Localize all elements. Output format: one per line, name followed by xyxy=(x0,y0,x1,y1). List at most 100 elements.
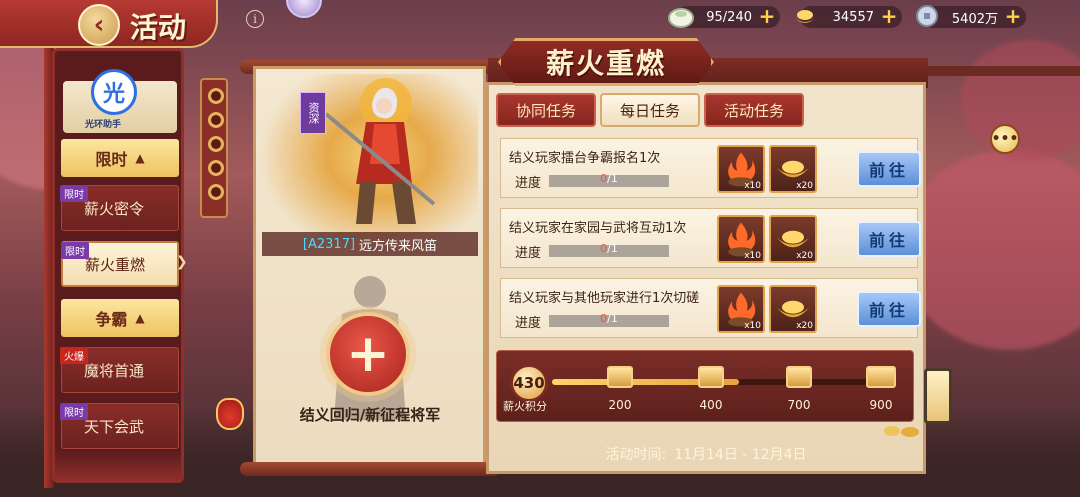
milestone-value: 900 xyxy=(869,398,893,412)
active-item-arrow-icon: ❯ xyxy=(176,254,188,270)
progress-text: 0/1 xyxy=(600,312,618,325)
reward-quantity: x20 xyxy=(796,321,813,331)
task-name: 结义玩家在家园与武将互动1次 xyxy=(509,221,687,236)
reward-quantity: x10 xyxy=(744,181,761,191)
helper-text: 光环助手 xyxy=(85,120,122,130)
sidebar-group-contest[interactable]: 争霸 ▲ xyxy=(61,299,179,337)
points-label: 薪火积分 xyxy=(503,400,547,413)
activity-sidebar: 光 光环助手 限时 ▲ 限时 薪火密令 限时 薪火重燃 争霸 ▲ 火爆 魔将首通… xyxy=(52,48,184,483)
task-name: 结义玩家擂台争霸报名1次 xyxy=(509,151,661,166)
resource-value: 5402万 xyxy=(951,11,998,27)
progress-text: 0/1 xyxy=(600,242,618,255)
reward-slot[interactable]: x10 xyxy=(717,215,765,263)
lucky-bag-icon[interactable] xyxy=(216,398,244,430)
coin-icon xyxy=(208,112,224,128)
chevron-up-icon: ▲ xyxy=(135,311,145,325)
stamina-bun-icon xyxy=(668,8,694,28)
reward-slot[interactable]: x10 xyxy=(717,145,765,193)
recruit-label: 结义回归/新征程将军 xyxy=(299,406,441,424)
sidebar-item-label: 魔将首通 xyxy=(84,361,145,380)
scroll-bottom-rod xyxy=(240,462,500,476)
hero-code: [A2317] xyxy=(302,236,356,252)
reward-slot[interactable]: x20 xyxy=(769,145,817,193)
reward-quantity: x10 xyxy=(744,251,761,261)
group-label: 限时 xyxy=(95,150,128,169)
reward-quantity: x10 xyxy=(744,321,761,331)
chevron-up-icon: ▲ xyxy=(135,151,145,165)
resource-value: 95/240 xyxy=(706,9,752,25)
limited-tag: 限时 xyxy=(60,403,88,420)
helper-banner[interactable]: 光 光环助手 xyxy=(63,69,177,133)
hot-tag: 火爆 xyxy=(60,347,88,364)
progress-label: 进度 xyxy=(515,176,542,191)
go-button[interactable]: 前往 xyxy=(857,291,921,327)
milestone-value: 200 xyxy=(608,398,632,412)
coin-icon xyxy=(208,88,224,104)
milestone-chest-icon[interactable] xyxy=(786,366,812,388)
sidebar-item-tianxia-huiwu[interactable]: 限时 天下会武 xyxy=(60,403,179,449)
sidebar-item-xinhuo-chongran[interactable]: 限时 薪火重燃 xyxy=(61,241,179,287)
resource-stamina: 95/240 + xyxy=(668,6,780,28)
event-time-label: 活动时间: xyxy=(605,447,667,463)
pavilion-roof xyxy=(928,66,1080,76)
back-button[interactable]: ‹ xyxy=(78,4,120,46)
progress-label: 进度 xyxy=(515,246,542,261)
reward-slot[interactable]: x20 xyxy=(769,215,817,263)
limited-tag: 限时 xyxy=(61,242,89,259)
info-icon[interactable]: i xyxy=(246,10,264,28)
milestone-chest-icon[interactable] xyxy=(698,366,724,388)
go-button[interactable]: 前往 xyxy=(857,221,921,257)
sidebar-item-label: 薪火密令 xyxy=(84,199,145,218)
sidebar-item-label: 天下会武 xyxy=(84,417,145,436)
lantern-icon xyxy=(924,368,952,424)
hero-name: 远方传来风笛 xyxy=(359,238,438,254)
progress-label: 进度 xyxy=(515,316,542,331)
gold-pile-icon xyxy=(884,426,919,437)
page-title: 活动 xyxy=(130,11,187,44)
reward-slot[interactable]: x20 xyxy=(769,285,817,333)
milestone-value: 700 xyxy=(787,398,811,412)
reward-quantity: x20 xyxy=(796,251,813,261)
reward-quantity: x20 xyxy=(796,181,813,191)
coin-icon xyxy=(208,160,224,176)
hero-portrait[interactable] xyxy=(316,74,436,234)
helper-logo-icon: 光 xyxy=(91,69,137,115)
back-arrow-icon: ‹ xyxy=(93,10,105,40)
background-blossom-tree xyxy=(900,150,1080,350)
chat-icon[interactable]: ••• xyxy=(990,124,1020,154)
veteran-badge: 资深 xyxy=(300,92,326,134)
milestone-chest-icon[interactable] xyxy=(607,366,633,388)
panel-title: 薪火重燃 xyxy=(545,47,666,80)
sidebar-item-xinhuo-miling[interactable]: 限时 薪火密令 xyxy=(60,185,179,231)
points-value: 430 xyxy=(510,364,548,402)
add-sworn-partner-button[interactable]: + xyxy=(326,312,410,396)
limited-tag: 限时 xyxy=(60,185,88,202)
reward-slot[interactable]: x10 xyxy=(717,285,765,333)
sidebar-item-label: 薪火重燃 xyxy=(85,255,146,274)
task-row: 结义玩家在家园与武将互动1次 进度 0/1 x10 x20 前往 xyxy=(500,208,921,268)
sidebar-bottom-ornament xyxy=(55,450,181,480)
milestone-value: 400 xyxy=(699,398,723,412)
tab-event-tasks[interactable]: 活动任务 xyxy=(704,93,804,127)
gold-ingot-icon xyxy=(793,10,817,23)
add-silver-button[interactable]: + xyxy=(1004,6,1022,26)
coin-icon xyxy=(208,136,224,152)
tab-daily-tasks[interactable]: 每日任务 xyxy=(600,93,700,127)
event-time-range: 11月14日 - 12月4日 xyxy=(674,447,807,463)
tab-cooperative-tasks[interactable]: 协同任务 xyxy=(496,93,596,127)
plus-icon: + xyxy=(346,324,390,384)
go-button[interactable]: 前往 xyxy=(857,151,921,187)
coin-pillar xyxy=(200,78,228,218)
task-row: 结义玩家与其他玩家进行1次切磋 进度 0/1 x10 x20 前往 xyxy=(500,278,921,338)
progress-text: 0/1 xyxy=(600,172,618,185)
silver-coin-icon xyxy=(916,5,938,27)
add-gold-button[interactable]: + xyxy=(880,6,898,26)
add-stamina-button[interactable]: + xyxy=(758,6,776,26)
crystal-orb-icon[interactable] xyxy=(286,0,322,18)
milestone-chest-icon[interactable] xyxy=(866,366,896,388)
task-name: 结义玩家与其他玩家进行1次切磋 xyxy=(509,291,700,306)
task-row: 结义玩家擂台争霸报名1次 进度 0/1 x10 x20 前往 xyxy=(500,138,921,198)
sidebar-item-mojiang-shoutong[interactable]: 火爆 魔将首通 xyxy=(60,347,179,393)
sidebar-group-limited[interactable]: 限时 ▲ xyxy=(61,139,179,177)
hero-caption: [A2317] 远方传来风笛 xyxy=(262,232,478,256)
